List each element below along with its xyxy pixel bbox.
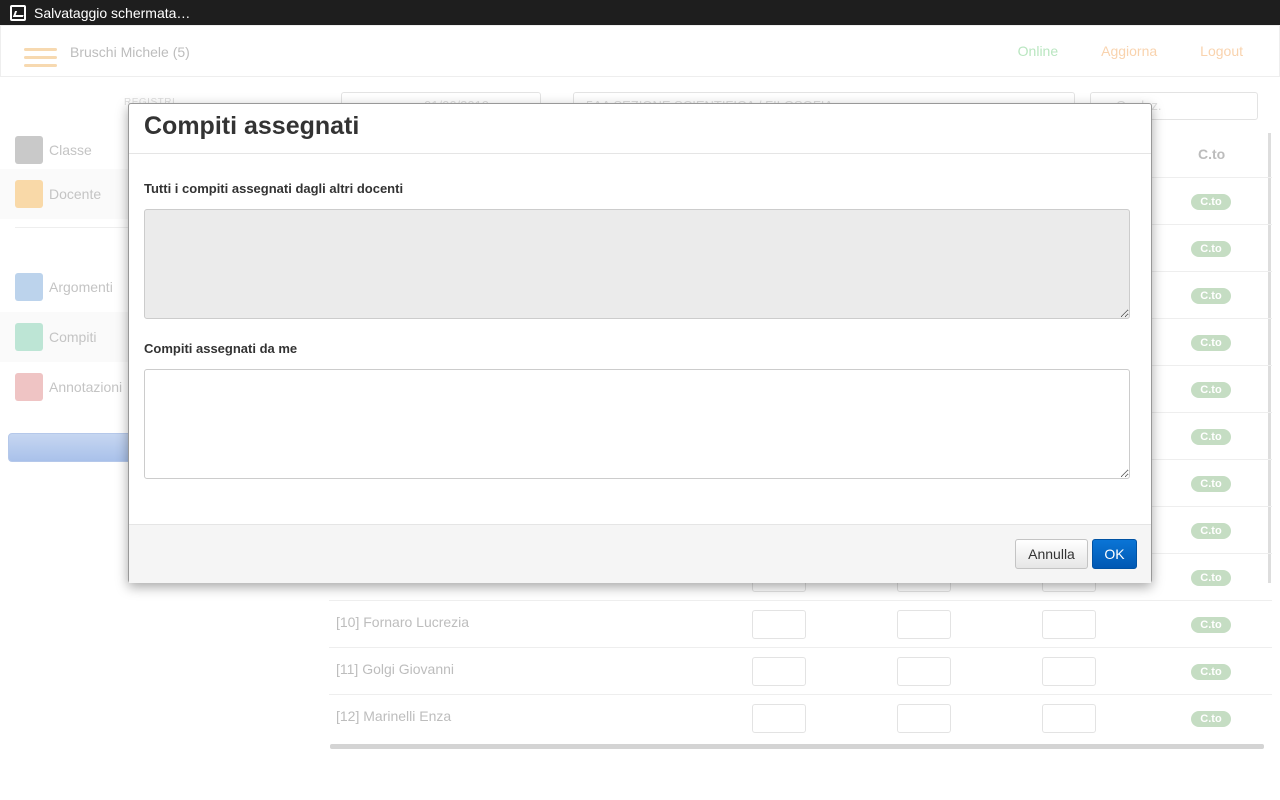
grade-input[interactable] bbox=[1042, 610, 1096, 639]
sidebar-item-label: Classe bbox=[49, 142, 92, 158]
cto-badge[interactable]: C.to bbox=[1191, 476, 1231, 492]
dialog-header: Compiti assegnati bbox=[129, 104, 1151, 154]
cto-badge[interactable]: C.to bbox=[1191, 429, 1231, 445]
horizontal-scrollbar[interactable] bbox=[330, 744, 1264, 749]
sidebar-item-label: Annotazioni bbox=[49, 379, 123, 395]
grade-input[interactable] bbox=[752, 610, 806, 639]
student-name: [10] Fornaro Lucrezia bbox=[336, 614, 470, 630]
student-name: [11] Golgi Giovanni bbox=[336, 661, 455, 677]
cto-badge[interactable]: C.to bbox=[1191, 194, 1231, 210]
online-status: Online bbox=[1017, 43, 1059, 59]
cto-badge[interactable]: C.to bbox=[1191, 523, 1231, 539]
ok-button[interactable]: OK bbox=[1092, 539, 1137, 569]
topics-icon bbox=[15, 273, 43, 301]
sidebar-item-label: Compiti bbox=[49, 329, 97, 345]
homework-icon bbox=[15, 323, 43, 351]
column-header-cto: C.to bbox=[1198, 146, 1226, 162]
dialog-footer: Annulla OK bbox=[129, 524, 1151, 583]
cto-badge[interactable]: C.to bbox=[1191, 288, 1231, 304]
grade-input[interactable] bbox=[897, 704, 951, 733]
logout-link[interactable]: Logout bbox=[1200, 43, 1243, 59]
cancel-button[interactable]: Annulla bbox=[1015, 539, 1088, 569]
sidebar-item-label: Argomenti bbox=[49, 279, 113, 295]
my-homework-label: Compiti assegnati da me bbox=[144, 341, 298, 356]
others-homework-textarea bbox=[144, 209, 1130, 319]
grade-input[interactable] bbox=[1042, 704, 1096, 733]
menu-icon[interactable] bbox=[24, 48, 57, 72]
cto-badge[interactable]: C.to bbox=[1191, 335, 1231, 351]
class-icon bbox=[15, 136, 43, 164]
student-name: [12] Marinelli Enza bbox=[336, 708, 452, 724]
dialog-title: Compiti assegnati bbox=[144, 112, 360, 140]
grade-input[interactable] bbox=[897, 610, 951, 639]
table-row: [12] Marinelli Enza C.to bbox=[329, 694, 1272, 741]
system-bar-title: Salvataggio schermata… bbox=[34, 4, 191, 21]
system-bar: Salvataggio schermata… bbox=[0, 0, 1280, 25]
cto-badge[interactable]: C.to bbox=[1191, 382, 1231, 398]
grade-input[interactable] bbox=[752, 657, 806, 686]
screenshot-icon bbox=[10, 4, 26, 21]
dialog-body: Tutti i compiti assegnati dagli altri do… bbox=[129, 181, 1151, 479]
table-row: [11] Golgi Giovanni C.to bbox=[329, 647, 1272, 694]
grade-input[interactable] bbox=[1042, 657, 1096, 686]
cto-badge[interactable]: C.to bbox=[1191, 570, 1231, 586]
refresh-link[interactable]: Aggiorna bbox=[1101, 43, 1157, 59]
grade-input[interactable] bbox=[752, 704, 806, 733]
table-row: [10] Fornaro Lucrezia C.to bbox=[329, 600, 1272, 647]
user-name: Bruschi Michele (5) bbox=[70, 44, 190, 60]
top-nav: Online Aggiorna Logout bbox=[1018, 43, 1243, 59]
cto-badge[interactable]: C.to bbox=[1191, 664, 1231, 680]
others-homework-label: Tutti i compiti assegnati dagli altri do… bbox=[144, 181, 404, 196]
my-homework-textarea[interactable] bbox=[144, 369, 1130, 479]
app-header: Bruschi Michele (5) Online Aggiorna Logo… bbox=[0, 25, 1280, 77]
notes-icon bbox=[15, 373, 43, 401]
homework-dialog: Compiti assegnati Tutti i compiti assegn… bbox=[128, 103, 1152, 583]
sidebar-item-label: Docente bbox=[49, 186, 102, 202]
cto-badge[interactable]: C.to bbox=[1191, 617, 1231, 633]
teacher-icon bbox=[15, 180, 43, 208]
cto-badge[interactable]: C.to bbox=[1191, 241, 1231, 257]
grade-input[interactable] bbox=[897, 657, 951, 686]
cto-badge[interactable]: C.to bbox=[1191, 711, 1231, 727]
